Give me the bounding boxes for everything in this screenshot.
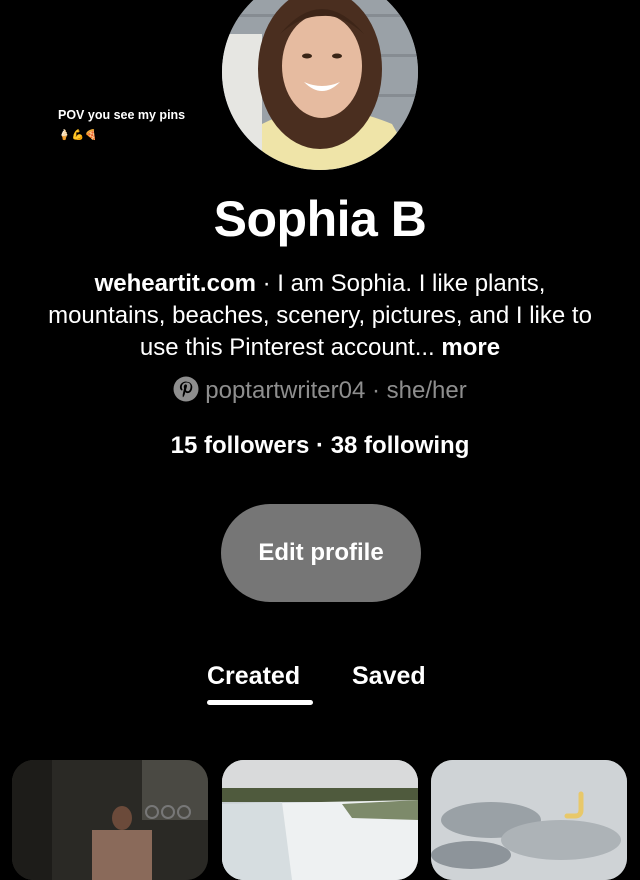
follow-stats: 15 followers · 38 following	[0, 432, 640, 460]
pinterest-logo-icon	[173, 376, 199, 402]
pin-thumbnail[interactable]	[431, 760, 627, 880]
tab-created[interactable]: Created	[207, 662, 300, 691]
followers-link[interactable]: 15 followers	[171, 432, 310, 459]
handle-separator: ·	[365, 377, 387, 404]
profile-pronouns: she/her	[386, 377, 467, 404]
tab-saved[interactable]: Saved	[352, 662, 426, 691]
profile-bio: weheartit.com · I am Sophia. I like plan…	[40, 268, 600, 364]
pin-image-waterfall	[222, 760, 418, 880]
bio-more-link[interactable]: more	[441, 334, 500, 361]
caption-emoji: 🍦💪🍕	[58, 130, 99, 141]
pin-image-sky	[431, 760, 627, 880]
pin-image-room	[12, 760, 208, 880]
profile-avatar[interactable]	[222, 0, 418, 170]
profile-name: Sophia B	[213, 191, 427, 247]
edit-profile-button[interactable]: Edit profile	[221, 504, 421, 602]
caption-text: POV you see my pins	[58, 108, 186, 122]
avatar-photo	[222, 0, 418, 170]
pin-thumbnail[interactable]	[222, 760, 418, 880]
active-tab-indicator	[207, 700, 313, 705]
profile-handle: poptartwriter04	[205, 377, 366, 404]
profile-website-link[interactable]: weheartit.com	[95, 270, 256, 297]
story-caption: POV you see my pins 🍦💪🍕	[58, 108, 208, 141]
bio-separator: ·	[255, 270, 278, 297]
following-link[interactable]: 38 following	[331, 432, 470, 459]
profile-handle-row: poptartwriter04 · she/her	[0, 376, 640, 405]
follow-separator: ·	[309, 432, 331, 459]
pin-thumbnail[interactable]	[12, 760, 208, 880]
